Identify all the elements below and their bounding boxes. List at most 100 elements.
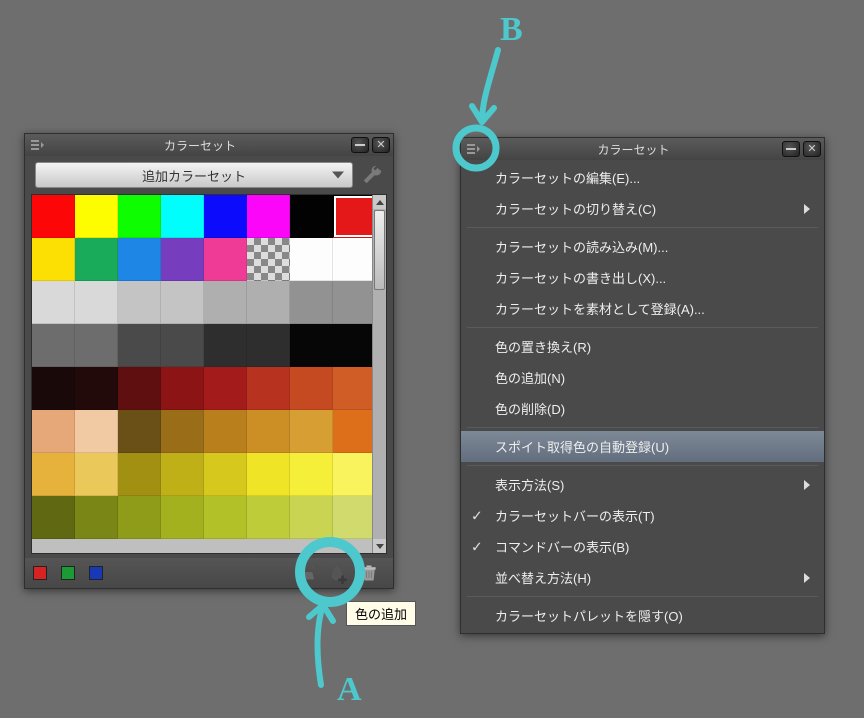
color-swatch[interactable] bbox=[118, 410, 161, 453]
color-swatch[interactable] bbox=[333, 195, 376, 238]
color-swatch[interactable] bbox=[161, 410, 204, 453]
delete-color-button[interactable] bbox=[353, 560, 385, 586]
color-swatch[interactable] bbox=[118, 238, 161, 281]
menu-item[interactable]: 色の置き換え(R) bbox=[461, 331, 824, 362]
color-swatch[interactable] bbox=[204, 195, 247, 238]
color-swatch[interactable] bbox=[32, 238, 75, 281]
color-swatch[interactable] bbox=[75, 281, 118, 324]
menu-item[interactable]: カラーセットを素材として登録(A)... bbox=[461, 293, 824, 324]
color-swatch[interactable] bbox=[204, 367, 247, 410]
close-button[interactable]: ✕ bbox=[372, 137, 390, 153]
color-swatch[interactable] bbox=[290, 410, 333, 453]
footer-color-swatch[interactable] bbox=[33, 566, 47, 580]
color-swatch[interactable] bbox=[290, 195, 333, 238]
color-swatch[interactable] bbox=[32, 410, 75, 453]
panel-menu-icon[interactable] bbox=[25, 134, 49, 156]
menu-item[interactable]: カラーセットの切り替え(C) bbox=[461, 193, 824, 224]
color-swatch[interactable] bbox=[75, 195, 118, 238]
menu-item[interactable]: 色の追加(N) bbox=[461, 362, 824, 393]
color-swatch[interactable] bbox=[161, 496, 204, 539]
color-swatch[interactable] bbox=[32, 496, 75, 539]
menu-item[interactable]: カラーセットの編集(E)... bbox=[461, 162, 824, 193]
color-swatch[interactable] bbox=[118, 453, 161, 496]
color-swatch[interactable] bbox=[333, 496, 376, 539]
menu-item[interactable]: ✓コマンドバーの表示(B) bbox=[461, 531, 824, 562]
color-swatch[interactable] bbox=[333, 367, 376, 410]
color-swatch[interactable] bbox=[290, 238, 333, 281]
color-swatch[interactable] bbox=[75, 367, 118, 410]
color-swatch[interactable] bbox=[32, 324, 75, 367]
color-swatch[interactable] bbox=[247, 410, 290, 453]
color-swatch[interactable] bbox=[290, 281, 333, 324]
color-swatch[interactable] bbox=[204, 281, 247, 324]
color-swatch[interactable] bbox=[247, 324, 290, 367]
color-swatch[interactable] bbox=[161, 281, 204, 324]
add-color-button[interactable] bbox=[321, 560, 353, 586]
color-swatch[interactable] bbox=[161, 324, 204, 367]
footer-color-swatch[interactable] bbox=[61, 566, 75, 580]
color-swatch[interactable] bbox=[32, 195, 75, 238]
color-swatch[interactable] bbox=[333, 410, 376, 453]
menu-item[interactable]: ✓カラーセットバーの表示(T) bbox=[461, 500, 824, 531]
color-swatch[interactable] bbox=[118, 195, 161, 238]
color-swatch[interactable] bbox=[75, 238, 118, 281]
menu-separator bbox=[467, 427, 818, 428]
panel-header[interactable]: カラーセット ✕ bbox=[25, 134, 393, 156]
color-swatch[interactable] bbox=[247, 195, 290, 238]
color-swatch[interactable] bbox=[204, 324, 247, 367]
minimize-button[interactable] bbox=[351, 137, 369, 153]
color-swatch[interactable] bbox=[32, 453, 75, 496]
replace-color-button[interactable] bbox=[289, 560, 321, 586]
color-swatch[interactable] bbox=[290, 324, 333, 367]
color-swatch[interactable] bbox=[118, 367, 161, 410]
close-button[interactable]: ✕ bbox=[803, 141, 821, 157]
color-swatch[interactable] bbox=[75, 410, 118, 453]
menu-item[interactable]: カラーセットの読み込み(M)... bbox=[461, 231, 824, 262]
color-swatch[interactable] bbox=[333, 238, 376, 281]
color-swatch[interactable] bbox=[118, 324, 161, 367]
settings-wrench-button[interactable] bbox=[357, 160, 387, 190]
color-swatch[interactable] bbox=[290, 453, 333, 496]
color-swatch[interactable] bbox=[75, 453, 118, 496]
scrollbar[interactable] bbox=[372, 195, 386, 553]
scroll-thumb[interactable] bbox=[374, 210, 385, 290]
color-swatch[interactable] bbox=[333, 324, 376, 367]
color-swatch[interactable] bbox=[161, 238, 204, 281]
panel-header[interactable]: カラーセット ✕ bbox=[461, 138, 824, 160]
color-swatch[interactable] bbox=[118, 281, 161, 324]
menu-item[interactable]: 表示方法(S) bbox=[461, 469, 824, 500]
color-swatch[interactable] bbox=[204, 410, 247, 453]
color-swatch[interactable] bbox=[290, 496, 333, 539]
footer-color-swatch[interactable] bbox=[89, 566, 103, 580]
scroll-up-button[interactable] bbox=[373, 195, 387, 209]
color-swatch[interactable] bbox=[204, 238, 247, 281]
panel-menu-icon[interactable] bbox=[461, 138, 485, 160]
color-swatch[interactable] bbox=[204, 453, 247, 496]
color-swatch[interactable] bbox=[247, 238, 290, 281]
color-swatch[interactable] bbox=[204, 496, 247, 539]
menu-item[interactable]: 並べ替え方法(H) bbox=[461, 562, 824, 593]
color-swatch[interactable] bbox=[290, 367, 333, 410]
color-swatch[interactable] bbox=[118, 496, 161, 539]
color-swatch[interactable] bbox=[333, 281, 376, 324]
menu-item[interactable]: カラーセットの書き出し(X)... bbox=[461, 262, 824, 293]
color-swatch[interactable] bbox=[333, 453, 376, 496]
color-set-dropdown[interactable]: 追加カラーセット bbox=[35, 162, 353, 188]
color-swatch[interactable] bbox=[247, 281, 290, 324]
color-swatch[interactable] bbox=[75, 324, 118, 367]
color-swatch[interactable] bbox=[247, 453, 290, 496]
color-swatch[interactable] bbox=[161, 367, 204, 410]
color-swatch[interactable] bbox=[32, 367, 75, 410]
color-swatch[interactable] bbox=[161, 195, 204, 238]
color-swatch[interactable] bbox=[161, 453, 204, 496]
menu-item-label: カラーセットの切り替え(C) bbox=[495, 199, 656, 218]
menu-item[interactable]: スポイト取得色の自動登録(U) bbox=[461, 431, 824, 462]
color-swatch[interactable] bbox=[32, 281, 75, 324]
color-swatch[interactable] bbox=[247, 367, 290, 410]
minimize-button[interactable] bbox=[782, 141, 800, 157]
scroll-down-button[interactable] bbox=[373, 539, 387, 553]
menu-item[interactable]: 色の削除(D) bbox=[461, 393, 824, 424]
menu-item[interactable]: カラーセットパレットを隠す(O) bbox=[461, 600, 824, 631]
color-swatch[interactable] bbox=[247, 496, 290, 539]
color-swatch[interactable] bbox=[75, 496, 118, 539]
